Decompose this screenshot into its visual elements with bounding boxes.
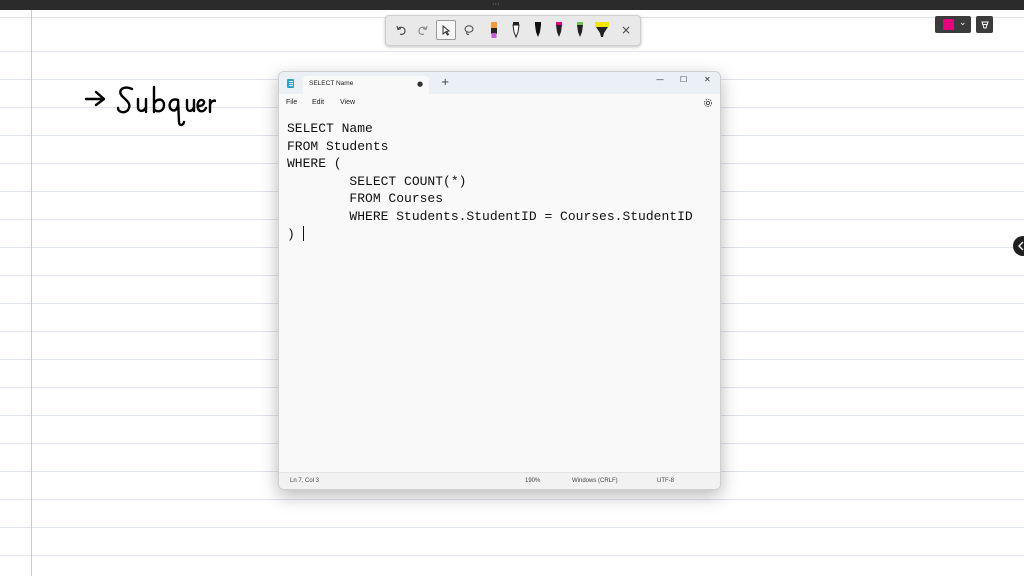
code-line: SELECT COUNT(*) bbox=[287, 174, 467, 189]
code-line: WHERE ( bbox=[287, 156, 342, 171]
eraser-button[interactable] bbox=[976, 16, 993, 33]
cursor-position: Ln 7, Col 3 bbox=[290, 478, 320, 484]
text-editor[interactable]: SELECT Name FROM Students WHERE ( SELECT… bbox=[279, 112, 720, 472]
menu-bar: File Edit View bbox=[279, 94, 720, 112]
tab-select-name[interactable]: SELECT Name ● bbox=[303, 76, 429, 94]
status-bar: Ln 7, Col 3 190% Windows (CRLF) UTF-8 bbox=[279, 472, 720, 489]
pen-green-icon[interactable] bbox=[570, 20, 590, 40]
notepad-window: SELECT Name ● + — ☐ ✕ File Edit View SEL… bbox=[278, 71, 721, 490]
chevron-left-icon bbox=[1018, 241, 1024, 251]
handwritten-note bbox=[84, 82, 216, 130]
code-line: FROM Courses bbox=[287, 191, 444, 206]
ink-color-picker[interactable]: ⌄ bbox=[935, 16, 971, 33]
pen-black-2-icon[interactable] bbox=[528, 20, 548, 40]
code-line: FROM Students bbox=[287, 139, 389, 154]
close-button[interactable]: ✕ bbox=[704, 75, 711, 84]
menu-view[interactable]: View bbox=[340, 99, 355, 106]
close-icon: × bbox=[620, 23, 632, 37]
pen-toolbar: × bbox=[385, 15, 641, 46]
code-line: SELECT Name bbox=[287, 121, 373, 136]
pen-orange-icon[interactable] bbox=[484, 20, 504, 40]
code-line: ) bbox=[287, 227, 295, 242]
window-grip[interactable]: ··· bbox=[492, 1, 500, 9]
new-tab-button[interactable]: + bbox=[441, 78, 449, 88]
menu-edit[interactable]: Edit bbox=[312, 99, 324, 106]
line-ending: Windows (CRLF) bbox=[572, 478, 618, 484]
tab-title: SELECT Name bbox=[309, 80, 354, 87]
tab-close-button[interactable]: ● bbox=[417, 80, 423, 88]
pen-pink-icon[interactable] bbox=[549, 20, 569, 40]
encoding: UTF-8 bbox=[657, 478, 674, 484]
lasso-icon[interactable] bbox=[459, 20, 479, 40]
top-strip: ··· bbox=[0, 0, 1024, 10]
menu-file[interactable]: File bbox=[286, 99, 297, 106]
toolbar-close-button[interactable]: × bbox=[616, 20, 636, 40]
eraser-icon bbox=[980, 21, 989, 28]
gear-icon[interactable] bbox=[703, 98, 713, 108]
margin-line bbox=[31, 10, 32, 576]
text-caret bbox=[303, 226, 304, 241]
highlighter-yellow-icon[interactable] bbox=[592, 20, 612, 40]
chevron-down-icon: ⌄ bbox=[959, 18, 967, 28]
minimize-button[interactable]: — bbox=[656, 75, 664, 84]
select-icon[interactable] bbox=[436, 20, 456, 40]
code-line: WHERE Students.StudentID = Courses.Stude… bbox=[287, 209, 693, 224]
pen-black-icon[interactable] bbox=[506, 20, 526, 40]
active-color-swatch bbox=[943, 19, 954, 30]
notepad-icon bbox=[287, 79, 294, 88]
undo-icon[interactable] bbox=[391, 20, 411, 40]
maximize-button[interactable]: ☐ bbox=[680, 75, 687, 84]
title-bar[interactable]: SELECT Name ● + — ☐ ✕ bbox=[279, 72, 720, 94]
redo-icon[interactable] bbox=[413, 20, 433, 40]
zoom-level: 190% bbox=[525, 478, 541, 484]
